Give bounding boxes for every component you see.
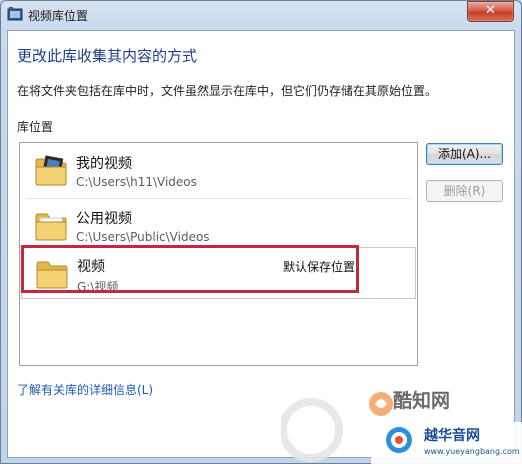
watermark-url: www.yueyangbang.com [424, 447, 520, 456]
folder-icon [35, 213, 67, 241]
library-locations-label: 库位置 [17, 120, 54, 134]
remove-button[interactable]: 删除(R) [426, 180, 503, 202]
window-title: 视频库位置 [28, 9, 89, 23]
location-path: C:\Users\Public\Videos [76, 230, 210, 244]
description-text: 在将文件夹包括在库中时，文件虽然显示在库中，但它们仍存储在其原始位置。 [17, 84, 438, 98]
library-icon [7, 7, 23, 21]
add-button[interactable]: 添加(A)... [426, 143, 503, 165]
page-title: 更改此库收集其内容的方式 [17, 47, 198, 65]
location-name: 公用视频 [76, 211, 132, 227]
location-path: C:\Users\h11\Videos [76, 175, 197, 189]
divider [26, 198, 410, 199]
location-name: 我的视频 [76, 156, 132, 172]
watermark-brand: 越华音网 [424, 428, 480, 444]
watermark-text: 酷知网 [393, 390, 451, 412]
title-bar[interactable]: 视频库位置 ✕ [0, 0, 522, 30]
folder-video-icon [35, 155, 67, 186]
list-item[interactable]: 我的视频 C:\Users\h11\Videos [21, 145, 416, 197]
highlight-box [21, 245, 359, 293]
learn-more-link[interactable]: 了解有关库的详细信息(L) [17, 381, 153, 398]
close-button[interactable]: ✕ [467, 1, 514, 22]
